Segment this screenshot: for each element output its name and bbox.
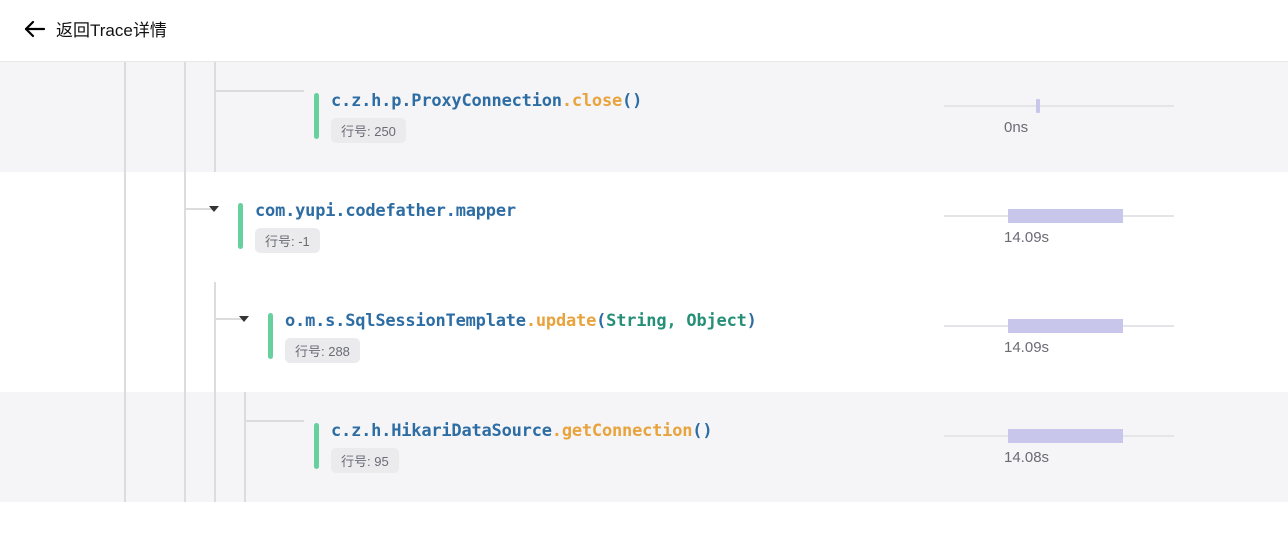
severity-bar	[314, 423, 319, 469]
trace-row[interactable]: c.z.h.p.ProxyConnection.close() 行号: 250 0n…	[0, 62, 1288, 172]
tree-indent	[24, 302, 268, 372]
duration-timeline: 0ns	[944, 99, 1264, 136]
severity-bar	[314, 93, 319, 139]
method-signature: o.m.s.SqlSessionTemplate.update(String, …	[285, 311, 757, 331]
trace-row[interactable]: o.m.s.SqlSessionTemplate.update(String, …	[0, 282, 1288, 392]
trace-row[interactable]: c.z.h.HikariDataSource.getConnection() 行号…	[0, 392, 1288, 502]
duration-timeline: 14.09s	[944, 319, 1264, 356]
span-info: c.z.h.p.ProxyConnection.close() 行号: 250	[314, 91, 920, 143]
line-number-badge: 行号: 95	[331, 448, 399, 473]
trace-row[interactable]: com.yupi.codefather.mapper 行号: -1 14.09s	[0, 172, 1288, 282]
span-info: o.m.s.SqlSessionTemplate.update(String, …	[268, 311, 920, 363]
duration-label: 14.09s	[1004, 229, 1264, 246]
severity-bar	[238, 203, 243, 249]
line-number-badge: 行号: -1	[255, 228, 320, 253]
severity-bar	[268, 313, 273, 359]
line-number-badge: 行号: 250	[331, 118, 406, 143]
duration-timeline: 14.09s	[944, 209, 1264, 246]
caret-down-icon[interactable]	[239, 316, 249, 322]
tree-indent	[24, 192, 238, 262]
method-signature: c.z.h.HikariDataSource.getConnection()	[331, 421, 712, 441]
duration-timeline: 14.08s	[944, 429, 1264, 466]
trace-tree: c.z.h.p.ProxyConnection.close() 行号: 250 0n…	[0, 62, 1288, 502]
tree-indent	[24, 82, 314, 152]
header-title: 返回Trace详情	[56, 16, 167, 41]
method-signature: c.z.h.p.ProxyConnection.close()	[331, 91, 642, 111]
duration-label: 14.08s	[1004, 449, 1264, 466]
header-back[interactable]: 返回Trace详情	[0, 0, 1288, 62]
arrow-left-icon	[24, 20, 46, 38]
duration-label: 14.09s	[1004, 339, 1264, 356]
caret-down-icon[interactable]	[209, 206, 219, 212]
span-info: c.z.h.HikariDataSource.getConnection() 行号…	[314, 421, 920, 473]
line-number-badge: 行号: 288	[285, 338, 360, 363]
span-info: com.yupi.codefather.mapper 行号: -1	[238, 201, 920, 253]
tree-indent	[24, 412, 314, 482]
method-signature: com.yupi.codefather.mapper	[255, 201, 516, 221]
duration-label: 0ns	[1004, 119, 1264, 136]
